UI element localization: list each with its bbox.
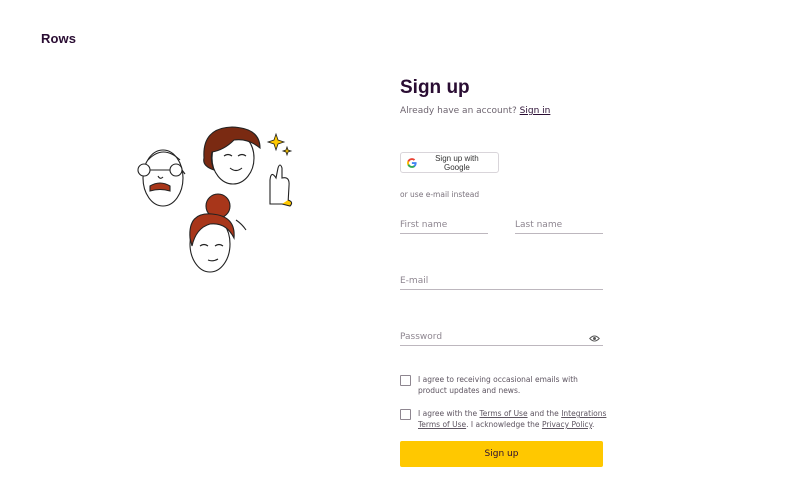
google-button-label: Sign up with Google: [435, 153, 479, 172]
privacy-policy-link[interactable]: Privacy Policy: [542, 420, 592, 429]
terms-of-use-link[interactable]: Terms of Use: [479, 409, 527, 418]
google-signup-button[interactable]: Sign up with Google: [400, 152, 499, 173]
terms-prefix: I agree with the: [418, 409, 478, 418]
eye-icon[interactable]: [589, 334, 600, 343]
last-name-input[interactable]: [515, 220, 603, 234]
email-input[interactable]: [400, 276, 603, 290]
signin-link[interactable]: Sign in: [520, 106, 551, 116]
terms-consent-text: I agree with the Terms of Use and the In…: [418, 408, 608, 430]
marketing-consent-row: I agree to receiving occasional emails w…: [400, 374, 608, 396]
people-illustration: [137, 126, 293, 273]
already-text: Already have an account?: [400, 106, 517, 116]
page-title: Sign up: [400, 77, 470, 98]
marketing-consent-text: I agree to receiving occasional emails w…: [418, 375, 578, 395]
woman-brown-hair-figure: [203, 126, 261, 185]
password-input[interactable]: [400, 332, 603, 346]
signup-submit-button[interactable]: Sign up: [400, 441, 603, 467]
terms-consent-row: I agree with the Terms of Use and the In…: [400, 408, 608, 430]
terms-consent-checkbox[interactable]: [400, 409, 411, 420]
sparkle-icon: [266, 132, 293, 157]
first-name-input[interactable]: [400, 220, 488, 234]
brand-logo[interactable]: Rows: [41, 31, 76, 46]
terms-end: .: [591, 420, 595, 429]
terms-and: and the: [529, 409, 559, 418]
raised-hand-figure: [269, 164, 293, 207]
signin-prompt: Already have an account? Sign in: [400, 106, 550, 116]
old-man-figure: [137, 149, 186, 207]
google-icon: [407, 157, 417, 168]
or-divider-text: or use e-mail instead: [400, 190, 480, 199]
marketing-consent-checkbox[interactable]: [400, 375, 411, 386]
terms-suffix: . I acknowledge the: [466, 420, 540, 429]
woman-red-bun-figure: [189, 193, 247, 273]
